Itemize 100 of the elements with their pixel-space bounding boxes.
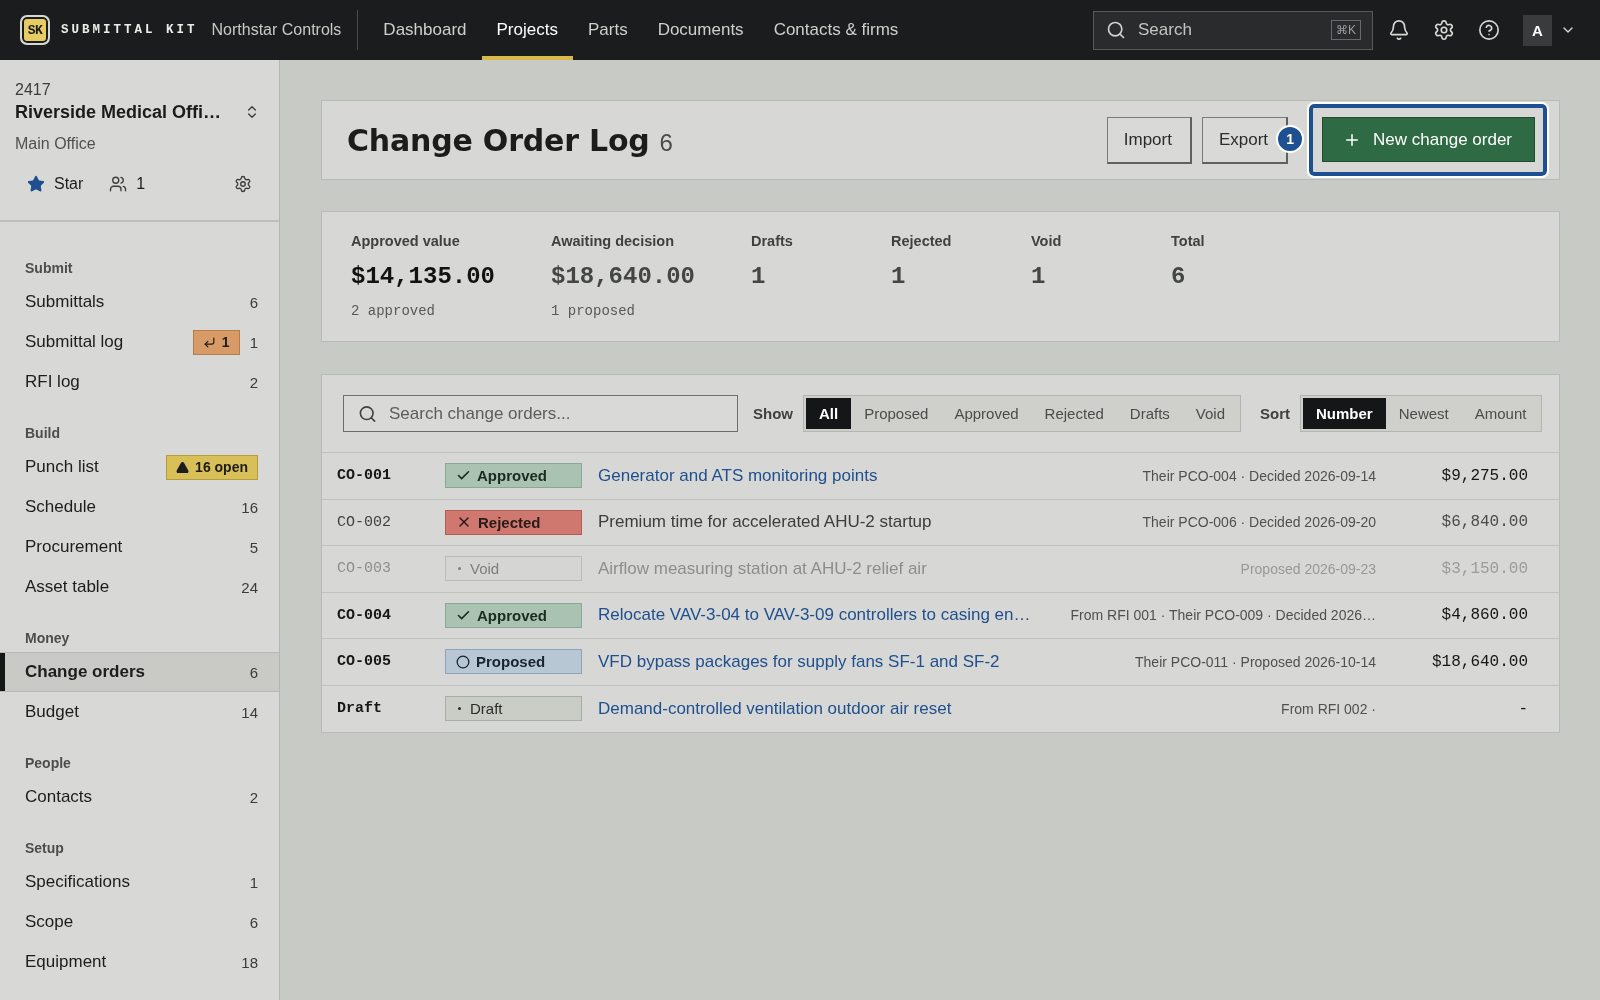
nav-tab[interactable]: Documents — [642, 0, 759, 60]
change-order-number: CO-004 — [337, 606, 392, 624]
sidebar-item[interactable]: Change orders 6 — [0, 652, 279, 692]
project-number: 2417 — [15, 80, 52, 100]
change-order-details: Proposed 2026-09-23 — [1240, 560, 1376, 577]
item-count: 2 — [249, 788, 258, 806]
change-order-number: Draft — [337, 700, 383, 718]
sidebar-item[interactable]: RFI log 2 — [0, 362, 279, 402]
new-change-order-button[interactable]: New change order — [1322, 117, 1535, 162]
circle-icon — [456, 654, 470, 669]
change-order-number: CO-002 — [337, 513, 392, 531]
item-count: 18 — [241, 953, 258, 971]
item-count: 5 — [249, 538, 258, 556]
members-button[interactable]: 1 — [109, 175, 146, 193]
stat-note: 2 approved — [351, 302, 436, 321]
item-count: 14 — [241, 703, 258, 721]
filter-option[interactable]: Approved — [941, 398, 1032, 429]
sidebar-item[interactable]: Equipment 18 — [0, 942, 279, 982]
stat-value: $18,640.00 — [551, 262, 697, 292]
sort-option[interactable]: Newest — [1385, 398, 1462, 429]
status-label: Rejected — [478, 513, 541, 531]
logo-mark[interactable]: SK — [20, 15, 50, 45]
stat-value: 1 — [751, 262, 767, 292]
item-count: 6 — [249, 913, 258, 931]
stat-label: Total — [1171, 232, 1206, 251]
section-heading: People — [24, 754, 72, 773]
nav-tab[interactable]: Projects — [481, 0, 573, 60]
return-arrow-icon — [202, 335, 216, 349]
filter-option[interactable]: Rejected — [1031, 398, 1117, 429]
page-title: Change Order Log — [347, 122, 650, 158]
section-heading: Setup — [24, 839, 65, 858]
status-label: Approved — [477, 467, 547, 485]
status-label: Proposed — [476, 653, 546, 671]
change-order-title[interactable]: VFD bypass packages for supply fans SF-1 and SF-2 — [598, 651, 1000, 672]
sidebar-item[interactable]: Submittals 6 — [0, 282, 279, 322]
bell-icon[interactable] — [1388, 19, 1410, 41]
tag-text: 1 — [221, 334, 230, 350]
search-field[interactable]: Search change orders... — [343, 395, 738, 432]
search-icon — [358, 404, 377, 423]
section-heading: Build — [24, 424, 61, 443]
title-count: 6 — [659, 128, 673, 157]
company-name: Northstar Controls — [211, 21, 342, 39]
section-heading: Submit — [24, 259, 74, 278]
change-order-amount: $18,640.00 — [1432, 652, 1528, 671]
stat-label: Void — [1031, 232, 1063, 251]
user-avatar[interactable]: A — [1523, 14, 1552, 46]
change-order-title[interactable]: Relocate VAV-3-04 to VAV-3-09 controllers to casing en… — [598, 605, 1031, 626]
nav-tab[interactable]: Parts — [572, 0, 643, 60]
filter-option[interactable]: Void — [1182, 398, 1239, 429]
item-count: 24 — [241, 578, 258, 596]
change-order-details: Their PCO-011 · Proposed 2026-10-14 — [1135, 653, 1376, 670]
settings-icon[interactable] — [234, 175, 252, 193]
filter-option[interactable]: Drafts — [1116, 398, 1183, 429]
filter-label: Show — [753, 405, 793, 422]
change-order-details: Their PCO-006 · Decided 2026-09-20 — [1142, 514, 1376, 531]
search-icon — [1106, 20, 1126, 40]
sidebar-item[interactable]: Punch list 16 open — [0, 447, 279, 487]
status-label: Draft — [470, 700, 503, 718]
nav-tab[interactable]: Contacts & firms — [758, 0, 914, 60]
warning-triangle-icon — [176, 460, 190, 474]
sidebar-item[interactable]: Procurement 5 — [0, 527, 279, 567]
star-button[interactable]: Star — [27, 175, 84, 193]
change-order-amount: $9,275.00 — [1441, 466, 1528, 485]
stat-label: Drafts — [751, 232, 794, 251]
filter-option[interactable]: Proposed — [851, 398, 942, 429]
tag-text: 16 open — [195, 459, 248, 475]
change-order-amount: $6,840.00 — [1441, 513, 1528, 532]
sort-option[interactable]: Amount — [1461, 398, 1540, 429]
sidebar-item[interactable]: Scope 6 — [0, 902, 279, 942]
brand-wordmark: SUBMITTAL KIT — [61, 23, 198, 37]
sidebar-item[interactable]: Schedule 16 — [0, 487, 279, 527]
filter-option[interactable]: All — [806, 398, 852, 429]
change-order-title[interactable]: Demand-controlled ventilation outdoor air reset — [598, 698, 952, 719]
shortcut-hint: ⌘K — [1331, 20, 1361, 40]
dot-icon — [458, 567, 461, 571]
sidebar-item[interactable]: Submittal log 1 1 — [0, 322, 279, 362]
change-order-amount: - — [1518, 699, 1528, 718]
item-count: 6 — [249, 663, 258, 681]
help-icon[interactable] — [1478, 19, 1500, 41]
change-order-title[interactable]: Generator and ATS monitoring points — [598, 465, 878, 486]
sidebar-item[interactable]: Contacts 2 — [0, 777, 279, 817]
stat-label: Approved value — [351, 232, 461, 251]
sidebar-item[interactable]: Budget 14 — [0, 692, 279, 732]
nav-tab[interactable]: Dashboard — [368, 0, 482, 60]
change-order-title[interactable]: Premium time for accelerated AHU-2 startup — [598, 512, 932, 533]
import-button[interactable]: Import — [1106, 116, 1192, 164]
people-icon — [109, 175, 128, 193]
stat-label: Awaiting decision — [551, 232, 675, 251]
change-order-number: CO-001 — [337, 467, 392, 485]
project-name: Riverside Medical Offi… — [15, 101, 222, 124]
item-count: 6 — [249, 293, 258, 311]
step-marker: 1 — [1276, 125, 1305, 153]
sidebar-item[interactable]: Specifications 1 — [0, 862, 279, 902]
change-order-details: From RFI 002 · — [1281, 700, 1376, 717]
sort-option[interactable]: Number — [1303, 398, 1386, 429]
sidebar-item[interactable]: Asset table 24 — [0, 567, 279, 607]
change-order-number: CO-005 — [337, 653, 392, 671]
status-label: Approved — [477, 606, 547, 624]
stat-value: 1 — [891, 262, 907, 292]
stat-value: $14,135.00 — [351, 262, 497, 292]
